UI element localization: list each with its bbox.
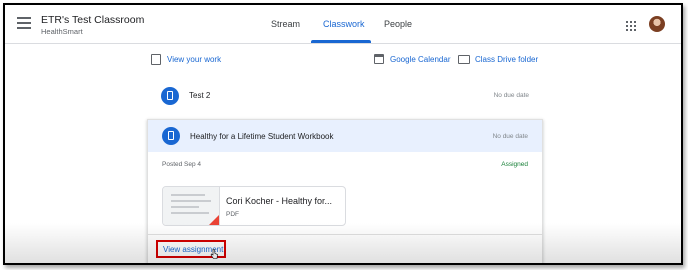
- tab-people[interactable]: People: [384, 19, 412, 29]
- view-your-work-link[interactable]: View your work: [167, 55, 221, 64]
- active-tab-indicator: [311, 40, 371, 43]
- expanded-assignment-card: Healthy for a Lifetime Student Workbook …: [147, 119, 543, 263]
- classroom-window: ETR's Test Classroom HealthSmart Stream …: [3, 3, 683, 265]
- hand-cursor-icon: [210, 249, 218, 259]
- assignment-header[interactable]: Healthy for a Lifetime Student Workbook …: [148, 120, 542, 152]
- attachment-title: Cori Kocher - Healthy for...: [226, 196, 333, 206]
- due-date: No due date: [492, 133, 528, 140]
- assignment-icon: [161, 87, 179, 105]
- avatar[interactable]: [649, 16, 665, 32]
- class-title[interactable]: ETR's Test Classroom: [41, 14, 144, 26]
- top-app-bar: ETR's Test Classroom HealthSmart Stream …: [5, 5, 681, 44]
- posted-date: Posted Sep 4: [162, 161, 202, 168]
- pdf-thumbnail: [163, 187, 220, 225]
- class-drive-folder-link[interactable]: Class Drive folder: [475, 55, 538, 64]
- google-apps-icon[interactable]: [626, 21, 636, 31]
- item-title: Test 2: [189, 91, 211, 100]
- item-title: Healthy for a Lifetime Student Workbook: [190, 132, 334, 141]
- attachment-card[interactable]: Cori Kocher - Healthy for... PDF: [162, 186, 346, 226]
- assignment-icon: [162, 127, 180, 145]
- hamburger-menu-icon[interactable]: [17, 17, 31, 29]
- assignment-icon: [151, 54, 161, 65]
- list-item[interactable]: Test 2 No due date: [147, 81, 543, 111]
- due-date: No due date: [493, 92, 529, 99]
- tab-classwork[interactable]: Classwork: [323, 19, 365, 29]
- status-badge: Assigned: [501, 161, 528, 168]
- tab-stream[interactable]: Stream: [271, 19, 300, 29]
- folder-icon: [458, 55, 470, 64]
- attachment-type: PDF: [226, 211, 239, 218]
- class-subtitle: HealthSmart: [41, 27, 83, 36]
- pdf-badge-icon: [209, 215, 219, 225]
- google-calendar-link[interactable]: Google Calendar: [390, 55, 450, 64]
- view-assignment-button[interactable]: View assignment: [156, 240, 226, 259]
- calendar-icon: [374, 54, 384, 64]
- divider: [148, 234, 542, 235]
